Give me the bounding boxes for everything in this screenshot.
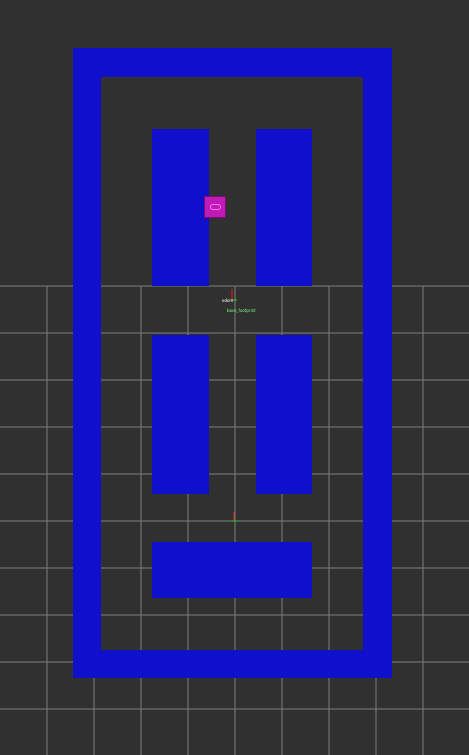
ground-grid bbox=[0, 285, 469, 755]
map-outer-wall-right bbox=[363, 48, 392, 678]
map-obstacle-bottom bbox=[152, 542, 312, 598]
map-obstacle-upper-right bbox=[256, 129, 312, 286]
map-outer-wall-left bbox=[73, 48, 101, 678]
tf-frame-label-base: base_footprint bbox=[227, 308, 256, 313]
map-obstacle-middle-right bbox=[256, 335, 312, 494]
robot-marker-detail bbox=[210, 204, 221, 210]
map-obstacle-upper-left bbox=[152, 129, 209, 286]
map-outer-wall-top bbox=[73, 48, 392, 77]
map-outer-wall-bottom bbox=[73, 650, 392, 678]
map-obstacle-middle-left bbox=[152, 335, 209, 494]
3d-viewport[interactable]: odom base_footprint bbox=[0, 0, 469, 755]
tf-frame-label-odom: odom bbox=[222, 298, 234, 303]
robot-marker-icon[interactable] bbox=[204, 196, 226, 218]
